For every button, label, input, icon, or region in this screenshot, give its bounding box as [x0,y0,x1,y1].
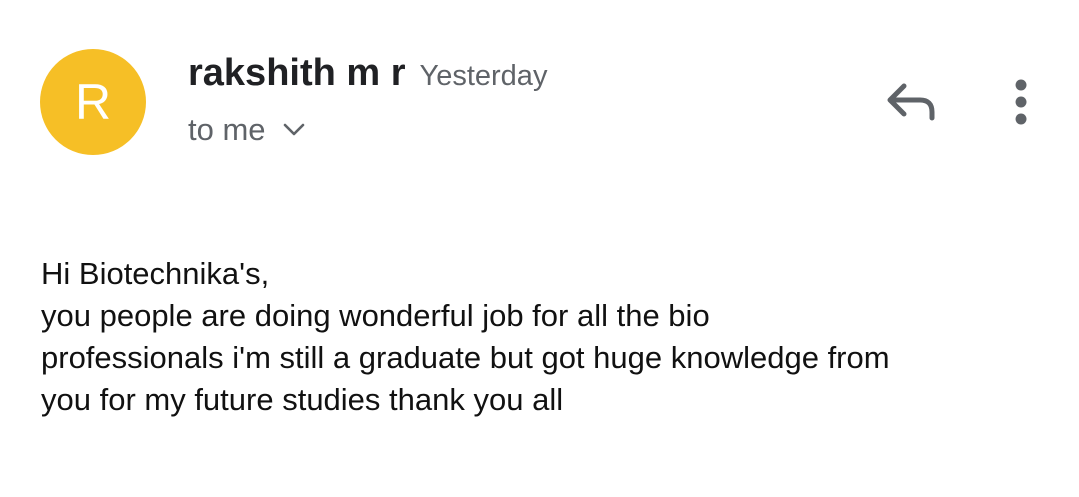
sender-line: rakshith m r Yesterday [188,52,547,95]
message-line: you people are doing wonderful job for a… [41,298,710,333]
message-line: professionals i'm still a graduate but g… [41,340,890,375]
message-line: Hi Biotechnika's, [41,256,270,291]
recipient-toggle[interactable]: to me [188,112,306,148]
chevron-down-icon [283,123,304,136]
timestamp: Yesterday [419,60,548,92]
message-body: Hi Biotechnika's, you people are doing w… [41,253,1051,421]
message-line: you for my future studies thank you all [41,382,564,417]
recipient-text: to me [188,112,266,147]
avatar-letter: R [74,74,112,130]
more-options-button[interactable] [1002,76,1040,128]
avatar[interactable]: R [40,49,146,155]
reply-icon [887,83,935,121]
more-vert-icon [1015,79,1027,125]
sender-name: rakshith m r [188,52,406,94]
reply-button[interactable] [880,76,942,128]
